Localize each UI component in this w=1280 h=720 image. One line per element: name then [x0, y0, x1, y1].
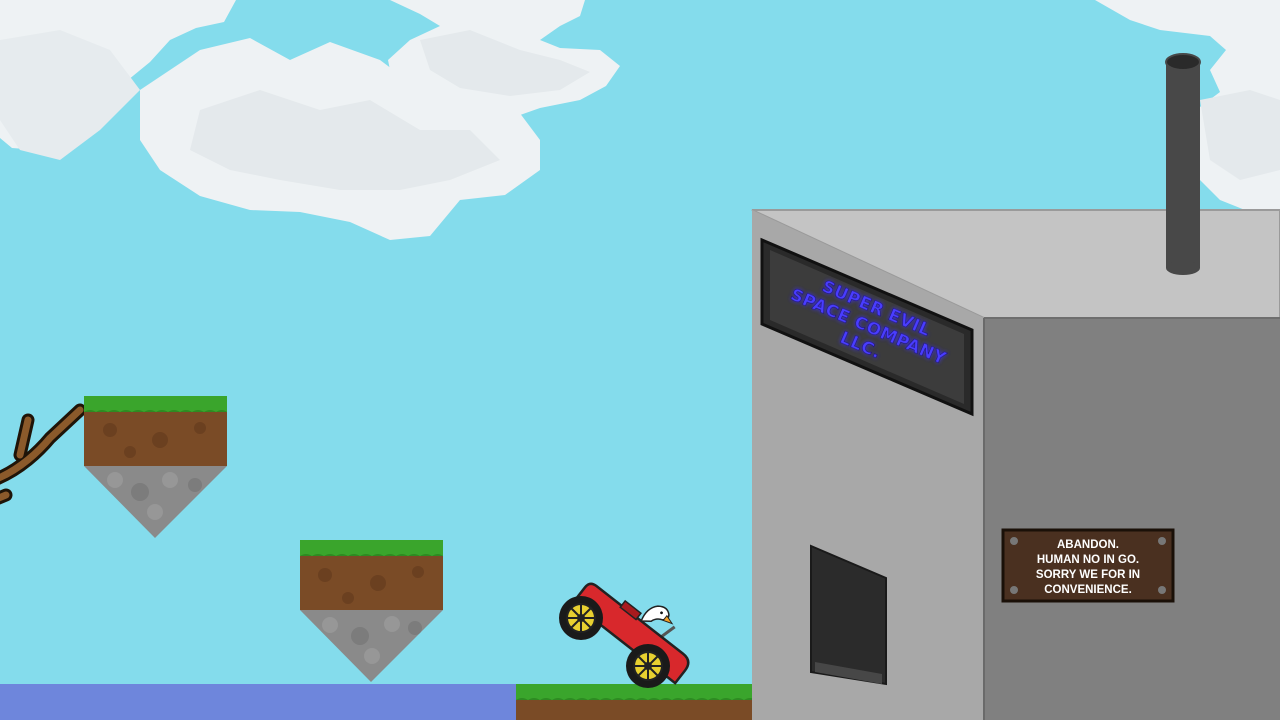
bolt-icon — [1010, 586, 1018, 594]
bolt-icon — [1158, 537, 1166, 545]
car-wheel-rear — [559, 596, 603, 640]
car-wheel-front — [626, 644, 670, 688]
water — [0, 684, 530, 720]
game-scene: SUPER EVIL SPACE COMPANY LLC. ABANDON. H… — [0, 0, 1280, 720]
notice-line4: CONVENIENCE. — [1044, 584, 1132, 596]
notice-sign: ABANDON. HUMAN NO IN GO. SORRY WE FOR IN… — [1001, 528, 1175, 603]
notice-line2: HUMAN NO IN GO. — [1037, 554, 1139, 566]
chimney — [1165, 53, 1201, 275]
building-front — [984, 318, 1280, 720]
notice-line1: ABANDON. — [1057, 539, 1119, 551]
notice-line3: SORRY WE FOR IN — [1036, 569, 1140, 581]
bolt-icon — [1010, 537, 1018, 545]
bolt-icon — [1158, 586, 1166, 594]
